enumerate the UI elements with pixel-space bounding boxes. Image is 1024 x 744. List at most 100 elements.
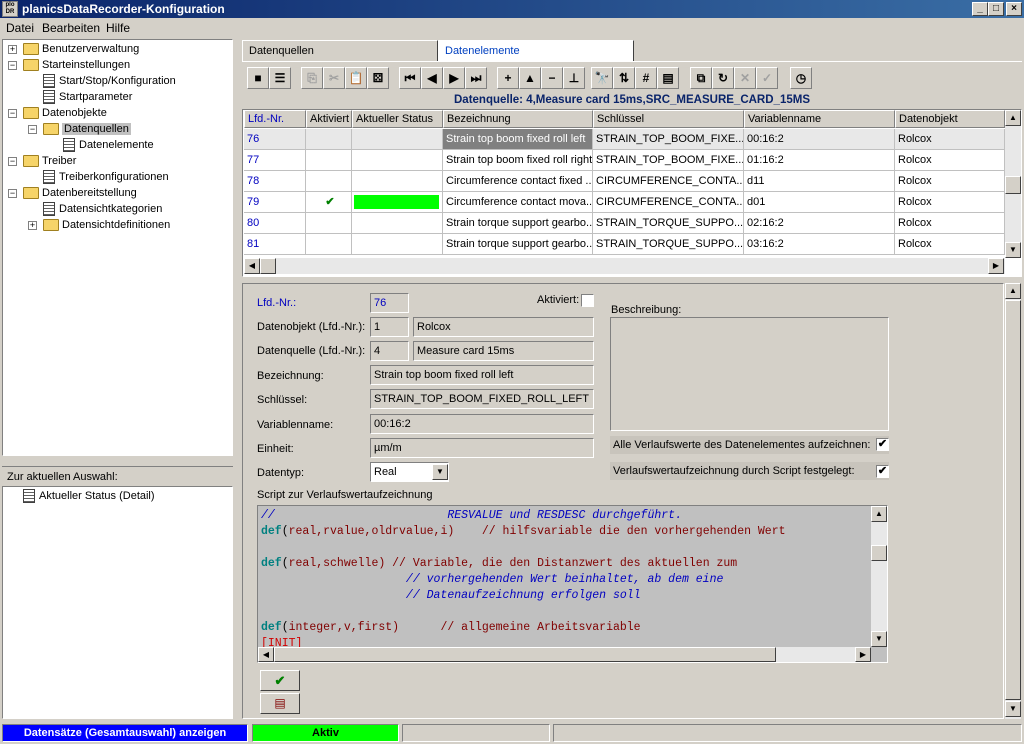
scroll-up-icon[interactable]: ▲ xyxy=(1005,110,1021,126)
table-cell-name[interactable]: Strain torque support gearbo... xyxy=(443,234,593,255)
form-scroll-up-icon[interactable]: ▲ xyxy=(1005,283,1021,299)
table-cell-var[interactable]: 00:16:2 xyxy=(744,129,895,150)
filter-icon[interactable]: # xyxy=(635,67,657,89)
search-icon[interactable]: 🔭 xyxy=(591,67,613,89)
table-cell-nr[interactable]: 77 xyxy=(244,150,306,171)
table-cell-status[interactable] xyxy=(352,150,443,171)
table-cell-obj[interactable]: Rolcox xyxy=(895,129,1005,150)
menu-help[interactable]: Hilfe xyxy=(106,21,130,35)
collapse-icon[interactable]: − xyxy=(8,157,17,166)
tree-item-treiberkonfigurationen[interactable]: Treiberkonfigurationen xyxy=(43,169,169,185)
table-cell-active[interactable] xyxy=(306,129,352,150)
obj-name-field[interactable]: Rolcox xyxy=(413,317,594,337)
record-all-checkbox[interactable]: ✔ xyxy=(876,438,889,451)
h-scroll-thumb[interactable] xyxy=(260,258,276,274)
table-cell-name[interactable]: Strain top boom fixed roll left xyxy=(443,129,593,150)
scroll-thumb[interactable] xyxy=(1005,176,1021,194)
table-cell-obj[interactable]: Rolcox xyxy=(895,213,1005,234)
form-scroll-thumb[interactable] xyxy=(1005,300,1021,700)
table-cell-obj[interactable]: Rolcox xyxy=(895,192,1005,213)
tree-item-datenobjekte[interactable]: Datenobjekte xyxy=(23,105,107,121)
tree-item-benutzerverwaltung[interactable]: Benutzerverwaltung xyxy=(23,41,139,57)
table-cell-key[interactable]: CIRCUMFERENCE_CONTA... xyxy=(593,192,744,213)
table-cell-var[interactable]: d11 xyxy=(744,171,895,192)
table-cell-var[interactable]: 03:16:2 xyxy=(744,234,895,255)
menu-edit[interactable]: Bearbeiten xyxy=(42,21,100,35)
confirm-icon[interactable]: ✓ xyxy=(756,67,778,89)
first-record-icon[interactable]: ⏮ xyxy=(399,67,421,89)
tree-item-startparameter[interactable]: Startparameter xyxy=(43,89,132,105)
table-cell-obj[interactable]: Rolcox xyxy=(895,234,1005,255)
table-cell-status[interactable] xyxy=(352,213,443,234)
data-icon[interactable]: ⚄ xyxy=(367,67,389,89)
script-scrollbar[interactable] xyxy=(871,506,887,647)
maximize-button[interactable]: □ xyxy=(988,2,1004,16)
var-field[interactable]: 00:16:2 xyxy=(370,414,594,434)
scroll-left-icon[interactable]: ◀ xyxy=(244,258,260,274)
tab-datenelemente[interactable]: Datenelemente xyxy=(438,40,634,62)
discard-button[interactable]: ▤ xyxy=(260,693,300,714)
cancel-icon[interactable]: ✕ xyxy=(734,67,756,89)
chevron-down-icon[interactable]: ▼ xyxy=(432,464,448,480)
column-header-status[interactable]: Aktueller Status xyxy=(352,110,443,128)
form-scroll-down-icon[interactable]: ▼ xyxy=(1005,701,1021,717)
script-scroll-right-icon[interactable]: ▶ xyxy=(855,647,871,662)
table-cell-status[interactable] xyxy=(352,192,443,213)
tree-item-datensichtkategorien[interactable]: Datensichtkategorien xyxy=(43,201,162,217)
table-cell-nr[interactable]: 79 xyxy=(244,192,306,213)
key-field[interactable]: STRAIN_TOP_BOOM_FIXED_ROLL_LEFT xyxy=(370,389,594,409)
menu-file[interactable]: Datei xyxy=(6,21,34,35)
table-cell-nr[interactable]: 80 xyxy=(244,213,306,234)
table-cell-key[interactable]: STRAIN_TOP_BOOM_FIXE... xyxy=(593,150,744,171)
previous-record-icon[interactable]: ◀ xyxy=(421,67,443,89)
table-cell-nr[interactable]: 78 xyxy=(244,171,306,192)
tree-item-datenquellen[interactable]: Datenquellen xyxy=(43,121,131,137)
column-header-active[interactable]: Aktiviert xyxy=(306,110,352,128)
script-hscroll-thumb[interactable] xyxy=(274,647,776,662)
expand-icon[interactable]: + xyxy=(8,45,17,54)
tree-item-starteinstellungen[interactable]: Starteinstellungen xyxy=(23,57,130,73)
table-cell-name[interactable]: Circumference contact fixed ... xyxy=(443,171,593,192)
table-cell-active[interactable] xyxy=(306,234,352,255)
scroll-down-icon[interactable]: ▼ xyxy=(1005,242,1021,258)
src-nr-field[interactable]: 4 xyxy=(370,341,409,361)
table-cell-status[interactable] xyxy=(352,234,443,255)
table-cell-obj[interactable]: Rolcox xyxy=(895,171,1005,192)
table-cell-key[interactable]: STRAIN_TOP_BOOM_FIXE... xyxy=(593,129,744,150)
stop-button[interactable]: ■ xyxy=(247,67,269,89)
script-scroll-thumb[interactable] xyxy=(871,545,887,561)
delete-record-icon[interactable]: − xyxy=(541,67,563,89)
record-script-checkbox[interactable]: ✔ xyxy=(876,465,889,478)
script-scroll-up-icon[interactable]: ▲ xyxy=(871,506,887,522)
table-cell-key[interactable]: CIRCUMFERENCE_CONTA... xyxy=(593,171,744,192)
column-header-var[interactable]: Variablenname xyxy=(744,110,895,128)
move-down-icon[interactable]: ⊥ xyxy=(563,67,585,89)
table-cell-key[interactable]: STRAIN_TORQUE_SUPPO... xyxy=(593,213,744,234)
minimize-button[interactable]: _ xyxy=(972,2,988,16)
clock-icon[interactable]: ◷ xyxy=(790,67,812,89)
active-checkbox[interactable] xyxy=(581,294,594,307)
obj-nr-field[interactable]: 1 xyxy=(370,317,409,337)
column-header-key[interactable]: Schlüssel xyxy=(593,110,744,128)
apply-button[interactable]: ✔ xyxy=(260,670,300,691)
last-record-icon[interactable]: ⏭ xyxy=(465,67,487,89)
table-cell-nr[interactable]: 81 xyxy=(244,234,306,255)
collapse-icon[interactable]: − xyxy=(28,125,37,134)
refresh-icon[interactable]: ↻ xyxy=(712,67,734,89)
add-record-icon[interactable]: + xyxy=(497,67,519,89)
src-name-field[interactable]: Measure card 15ms xyxy=(413,341,594,361)
move-up-icon[interactable]: ▲ xyxy=(519,67,541,89)
copy-icon[interactable]: ⎘ xyxy=(301,67,323,89)
tree-item-treiber[interactable]: Treiber xyxy=(23,153,76,169)
table-cell-status[interactable] xyxy=(352,171,443,192)
table-cell-var[interactable]: d01 xyxy=(744,192,895,213)
lfd-field[interactable]: 76 xyxy=(370,293,409,313)
next-record-icon[interactable]: ▶ xyxy=(443,67,465,89)
script-scroll-left-icon[interactable]: ◀ xyxy=(258,647,274,662)
collapse-icon[interactable]: − xyxy=(8,189,17,198)
column-header-name[interactable]: Bezeichnung xyxy=(443,110,593,128)
grid-horizontal-scrollbar[interactable] xyxy=(244,258,1005,274)
table-cell-name[interactable]: Strain top boom fixed roll right xyxy=(443,150,593,171)
list-button[interactable]: ☰ xyxy=(269,67,291,89)
column-header-nr[interactable]: Lfd.-Nr. xyxy=(244,110,306,128)
